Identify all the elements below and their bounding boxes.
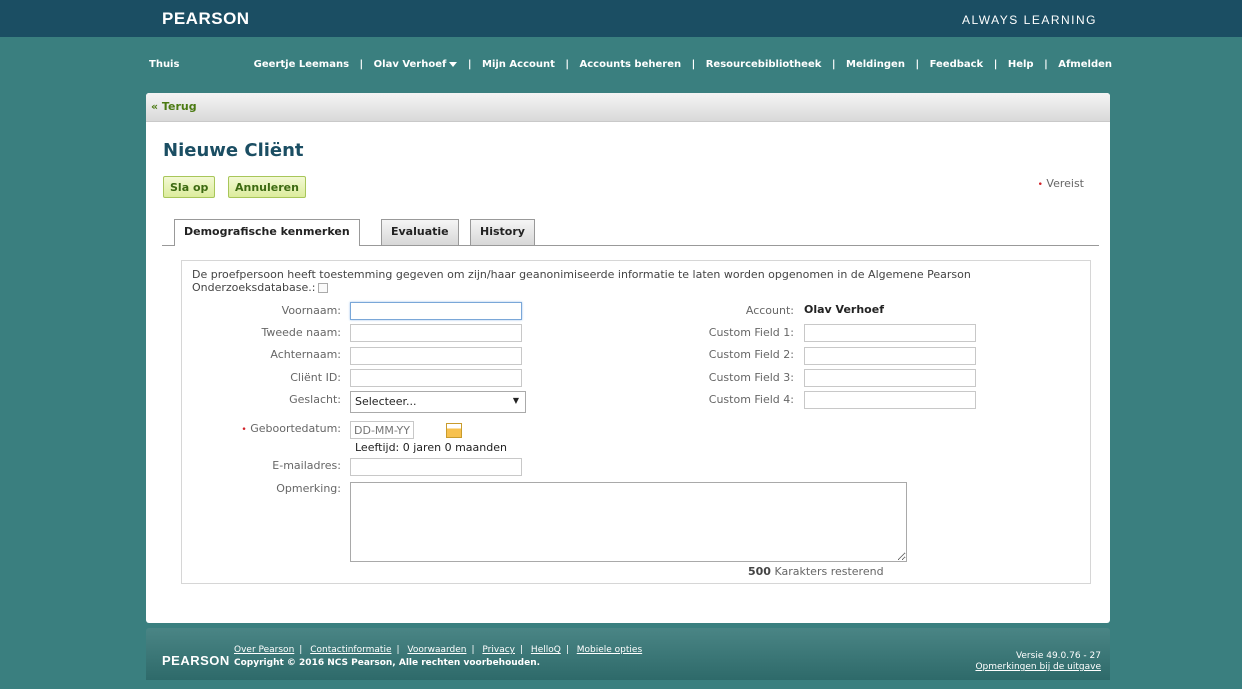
dropdown-arrow-icon: ▼ xyxy=(512,396,519,405)
cancel-button[interactable]: Annuleren xyxy=(228,176,306,198)
nav-separator: | xyxy=(565,59,570,70)
footer-separator: | xyxy=(396,645,400,655)
account-label: Account: xyxy=(745,304,794,317)
client-id-label: Cliënt ID: xyxy=(290,371,341,384)
custom-field-4[interactable] xyxy=(804,391,976,409)
nav-separator: | xyxy=(831,59,836,70)
nav-separator: | xyxy=(993,59,998,70)
middle-name-label: Tweede naam: xyxy=(261,326,341,339)
gender-select[interactable]: Selecteer... ▼ xyxy=(350,391,526,413)
chars-count: 500 xyxy=(748,565,771,578)
footer-version: Versie 49.0.76 - 27 xyxy=(1015,651,1101,661)
remark-label: Opmerking: xyxy=(276,482,341,495)
nav-current-user: Geertje Leemans xyxy=(253,59,350,70)
consent-checkbox[interactable] xyxy=(318,283,329,293)
nav-account-switcher[interactable]: Olav Verhoef xyxy=(374,59,458,70)
nav-resource-library[interactable]: Resourcebibliotheek xyxy=(706,59,822,70)
dob-label-text: Geboortedatum: xyxy=(250,422,341,435)
main-panel: « Terug Nieuwe Cliënt Sla op Annuleren •… xyxy=(146,93,1110,623)
email-field[interactable] xyxy=(350,458,522,476)
nav-manage-accounts[interactable]: Accounts beheren xyxy=(580,59,682,70)
required-legend: • Vereist xyxy=(1038,177,1084,190)
nav-links: Geertje Leemans | Olav Verhoef | Mijn Ac… xyxy=(254,59,1112,70)
tagline: ALWAYS LEARNING xyxy=(962,13,1097,27)
age-text: Leeftijd: 0 jaren 0 maanden xyxy=(355,441,507,454)
calendar-icon[interactable] xyxy=(446,423,462,438)
footer-copyright: Copyright © 2016 NCS Pearson, Alle recht… xyxy=(234,658,541,668)
footer-link-about[interactable]: Over Pearson xyxy=(234,645,294,655)
consent-text: De proefpersoon heeft toestemming gegeve… xyxy=(192,268,971,294)
nav-feedback[interactable]: Feedback xyxy=(930,59,984,70)
custom-field-2[interactable] xyxy=(804,347,976,365)
demographics-form: De proefpersoon heeft toestemming gegeve… xyxy=(181,260,1091,584)
footer-release-notes[interactable]: Opmerkingen bij de uitgave xyxy=(975,662,1101,672)
nav-separator: | xyxy=(915,59,920,70)
required-marker: • xyxy=(241,425,247,435)
custom-field-1[interactable] xyxy=(804,324,976,342)
main-nav: Thuis Geertje Leemans | Olav Verhoef | M… xyxy=(0,37,1242,93)
nav-home-link[interactable]: Thuis xyxy=(149,59,179,70)
custom-field-4-label: Custom Field 4: xyxy=(708,393,794,406)
footer-links: Over Pearson | Contactinformatie | Voorwaa… xyxy=(234,645,642,655)
footer-separator: | xyxy=(471,645,475,655)
tab-evaluation[interactable]: Evaluatie xyxy=(381,219,459,245)
footer-separator: | xyxy=(299,645,303,655)
pearson-logo: PEARSON xyxy=(162,9,250,28)
consent-statement: De proefpersoon heeft toestemming gegeve… xyxy=(192,268,1072,294)
email-label: E-mailadres: xyxy=(272,459,341,472)
footer-separator: | xyxy=(520,645,524,655)
top-header: PEARSON ALWAYS LEARNING xyxy=(0,0,1242,37)
nav-my-account[interactable]: Mijn Account xyxy=(482,59,555,70)
footer-logo: PEARSON xyxy=(162,653,230,668)
footer: PEARSON Over Pearson | Contactinformatie |… xyxy=(146,628,1110,680)
custom-field-3-label: Custom Field 3: xyxy=(708,371,794,384)
required-label: Vereist xyxy=(1046,177,1084,190)
custom-field-3[interactable] xyxy=(804,369,976,387)
gender-label: Geslacht: xyxy=(289,393,341,406)
custom-field-1-label: Custom Field 1: xyxy=(708,326,794,339)
nav-help[interactable]: Help xyxy=(1008,59,1034,70)
client-id-field[interactable] xyxy=(350,369,522,387)
save-button[interactable]: Sla op xyxy=(163,176,216,198)
nav-logout[interactable]: Afmelden xyxy=(1058,59,1112,70)
footer-link-privacy[interactable]: Privacy xyxy=(482,645,515,655)
tab-demographics[interactable]: Demografische kenmerken xyxy=(174,219,360,246)
tab-history[interactable]: History xyxy=(470,219,535,245)
nav-separator: | xyxy=(359,59,364,70)
last-name-label: Achternaam: xyxy=(270,348,341,361)
tab-bar: Demografische kenmerken Evaluatie Histor… xyxy=(162,219,1099,246)
first-name-field[interactable] xyxy=(350,302,522,320)
required-marker: • xyxy=(1037,180,1043,190)
chars-text: Karakters resterend xyxy=(774,565,884,578)
footer-link-contact[interactable]: Contactinformatie xyxy=(310,645,391,655)
footer-link-mobile[interactable]: Mobiele opties xyxy=(577,645,642,655)
nav-separator: | xyxy=(691,59,696,70)
dob-label: • Geboortedatum: xyxy=(241,422,341,435)
back-link[interactable]: « Terug xyxy=(151,100,197,113)
page-title: Nieuwe Cliënt xyxy=(163,140,304,161)
dob-field[interactable] xyxy=(350,421,414,439)
chars-remaining: 500 Karakters resterend xyxy=(748,565,884,578)
account-value: Olav Verhoef xyxy=(804,303,884,316)
footer-link-helloq[interactable]: HelloQ xyxy=(531,645,561,655)
nav-account-switcher-label: Olav Verhoef xyxy=(373,59,447,70)
chevron-down-icon xyxy=(449,61,458,67)
nav-notifications[interactable]: Meldingen xyxy=(846,59,905,70)
middle-name-field[interactable] xyxy=(350,324,522,342)
footer-link-terms[interactable]: Voorwaarden xyxy=(407,645,466,655)
footer-separator: | xyxy=(565,645,569,655)
first-name-label: Voornaam: xyxy=(281,304,341,317)
nav-separator: | xyxy=(467,59,472,70)
custom-field-2-label: Custom Field 2: xyxy=(708,348,794,361)
remark-textarea[interactable] xyxy=(350,482,907,562)
last-name-field[interactable] xyxy=(350,347,522,365)
gender-select-value: Selecteer... xyxy=(355,395,417,408)
back-bar: « Terug xyxy=(146,93,1110,122)
nav-separator: | xyxy=(1044,59,1048,70)
